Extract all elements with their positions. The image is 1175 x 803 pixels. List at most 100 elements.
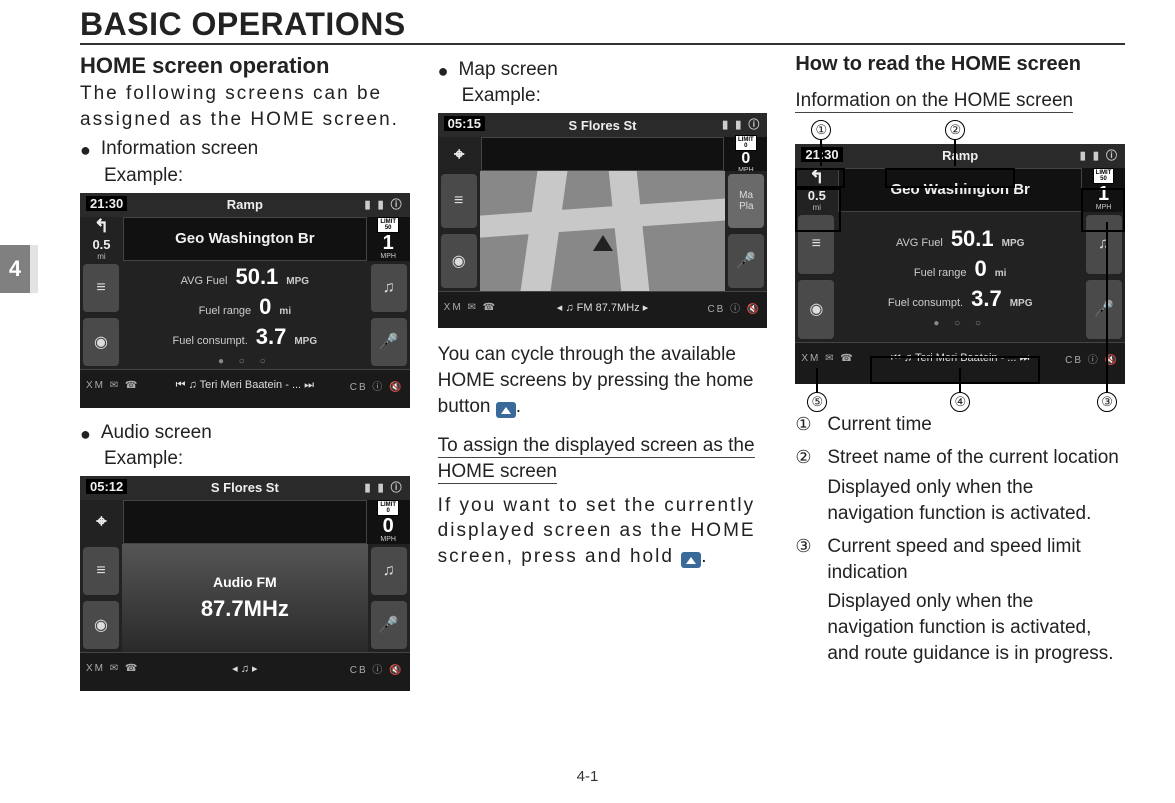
zoom-icon: ◉ <box>441 234 477 288</box>
audio-speed-unit: MPH <box>380 536 396 543</box>
home-icon <box>496 402 516 418</box>
c-l1-val: 50.1 <box>951 226 994 252</box>
c-l2-val: 0 <box>975 256 987 282</box>
callout-left-side: ≡ ◉ <box>795 212 837 342</box>
info-status-icons: ▮ ▮ ⓘ <box>364 196 403 212</box>
info-screen-figure: 21:30 Ramp ▮ ▮ ⓘ ↰ 0.5 mi Geo Washington… <box>80 193 410 408</box>
mic-icon: 🎤 <box>728 234 764 288</box>
map-navrow: ⌖ LIMIT0 0 MPH <box>438 137 768 171</box>
mic-icon: 🎤 <box>371 601 407 649</box>
c-l2-label: Fuel range <box>914 267 967 279</box>
info-navrow: ↰ 0.5 mi Geo Washington Br LIMIT50 1 MPH <box>80 217 410 261</box>
sound-icon: ◉ <box>83 318 119 366</box>
audio-bottom-left-icons: XM ✉ ☎ <box>86 663 139 674</box>
callout-street: Geo Washington Br <box>839 181 1081 198</box>
list-item-1: ① Current time <box>795 412 1125 438</box>
info-line-1: AVG Fuel 50.1 MPG <box>181 264 309 290</box>
map-status-icons: ▮ ▮ ⓘ <box>722 116 761 132</box>
music-icon: ♫ <box>371 547 407 595</box>
map-limit: LIMIT0 <box>735 135 757 151</box>
audio-cur-speed: 0 <box>383 516 394 536</box>
assign-heading-wrap: To assign the displayed screen as the HO… <box>438 433 768 484</box>
info-bottombar: XM ✉ ☎ ⏮ ♫ Teri Meri Baatein - ... ⏭ CB … <box>80 369 410 401</box>
menu-icon: ≡ <box>83 547 119 595</box>
info-top-label: Ramp <box>227 197 263 212</box>
callout-track: ⏮ ♫ Teri Meri Baatein - ... ⏭ <box>891 352 1030 365</box>
bullet-icon: ● <box>80 138 91 162</box>
audio-center: Audio FM 87.7MHz <box>122 544 368 652</box>
info-line-3: Fuel consumpt. 3.7 MPG <box>173 324 318 350</box>
callout-5-line <box>816 368 818 392</box>
callout-topbar: 21:30 Ramp ▮ ▮ ⓘ <box>795 144 1125 168</box>
audio-title: Audio FM <box>213 574 277 590</box>
audio-right-side: ♫ 🎤 <box>368 544 410 652</box>
audio-status-icons: ▮ ▮ ⓘ <box>364 479 403 495</box>
assign-text: If you want to set the currently display… <box>438 493 768 570</box>
callout-description-list: ① Current time ② Street name of the curr… <box>795 412 1125 667</box>
menu-icon: ≡ <box>83 264 119 312</box>
info-street: Geo Washington Br <box>124 230 366 247</box>
audio-bottom-center: ◂ ♫ ▸ <box>232 662 257 675</box>
callout-speed-box: LIMIT50 1 MPH <box>1081 168 1125 212</box>
map-topbar: 05:15 S Flores St ▮ ▮ ⓘ <box>438 113 768 137</box>
home-icon <box>681 552 701 568</box>
callout-3-line <box>1106 222 1108 392</box>
bullet-info-label: Information screen <box>101 138 258 160</box>
how-to-read-heading: How to read the HOME screen <box>795 53 1125 76</box>
c-l3-val: 3.7 <box>971 286 1002 312</box>
item-1-text: Current time <box>827 412 1125 438</box>
bullet-map-screen: ● Map screen <box>438 59 768 83</box>
info-l1-val: 50.1 <box>235 264 278 290</box>
map-canvas <box>480 171 726 291</box>
example-label-audio: Example: <box>104 448 410 470</box>
callout-line-2: Fuel range 0 mi <box>914 256 1007 282</box>
audio-bottom-right-icons: CB ⓘ 🔇 <box>350 661 404 676</box>
map-bottom-center: ◂ ♫ FM 87.7MHz ▸ <box>557 301 648 314</box>
map-screen-figure: 05:15 S Flores St ▮ ▮ ⓘ ⌖ LIMIT0 0 MPH <box>438 113 768 328</box>
menu-icon: ≡ <box>798 215 834 274</box>
home-screen-operation-heading: HOME screen operation <box>80 53 410 79</box>
column-1: HOME screen operation The following scre… <box>80 53 410 705</box>
audio-bottombar: XM ✉ ☎ ◂ ♫ ▸ CB ⓘ 🔇 <box>80 652 410 684</box>
info-right-side: ♫ 🎤 <box>368 261 410 369</box>
info-limit: LIMIT50 <box>377 217 399 233</box>
bullet-icon: ● <box>80 422 91 446</box>
c-l1-label: AVG Fuel <box>896 237 943 249</box>
callout-5: ⑤ <box>807 392 827 412</box>
audio-body: ≡ ◉ Audio FM 87.7MHz ♫ 🎤 <box>80 544 410 652</box>
callout-line-3: Fuel consumpt. 3.7 MPG <box>888 286 1033 312</box>
info-speed-box: LIMIT50 1 MPH <box>366 217 410 261</box>
info-left-side: ≡ ◉ <box>80 261 122 369</box>
sound-icon: ◉ <box>798 280 834 339</box>
cycle-text-b: . <box>516 396 521 417</box>
audio-compass-box: ⌖ <box>80 500 124 544</box>
callout-2-line <box>954 140 956 166</box>
map-right-side: MaPla 🎤 <box>725 171 767 291</box>
chapter-tab-edge <box>30 245 38 293</box>
map-time: 05:15 <box>444 116 485 131</box>
audio-left-side: ≡ ◉ <box>80 544 122 652</box>
map-place-label: MaPla <box>728 174 764 228</box>
audio-topbar: 05:12 S Flores St ▮ ▮ ⓘ <box>80 476 410 500</box>
callout-speed-unit: MPH <box>1096 204 1112 211</box>
callout-line-1: AVG Fuel 50.1 MPG <box>896 226 1024 252</box>
example-label-map: Example: <box>462 85 768 107</box>
info-l1-label: AVG Fuel <box>181 275 228 287</box>
info-l2-label: Fuel range <box>199 305 252 317</box>
music-icon: ♫ <box>1086 215 1122 274</box>
example-label-info: Example: <box>104 165 410 187</box>
sub-heading-wrap: Information on the HOME screen <box>795 88 1125 114</box>
callout-cur-speed: 1 <box>1098 184 1109 204</box>
cycle-text: You can cycle through the available HOME… <box>438 342 768 419</box>
info-line-2: Fuel range 0 mi <box>199 294 292 320</box>
info-bottom-right-icons: CB ⓘ 🔇 <box>350 378 404 393</box>
c-l3-unit: MPG <box>1010 298 1033 309</box>
info-speed-unit: MPH <box>380 253 396 260</box>
item-3-num: ③ <box>795 534 817 666</box>
c-l3-label: Fuel consumpt. <box>888 297 963 309</box>
bullet-information-screen: ● Information screen <box>80 138 410 162</box>
callout-3: ③ <box>1097 392 1117 412</box>
info-l3-unit: MPG <box>294 336 317 347</box>
audio-navrow: ⌖ LIMIT0 0 MPH <box>80 500 410 544</box>
info-bottom-left-icons: XM ✉ ☎ <box>86 380 139 391</box>
